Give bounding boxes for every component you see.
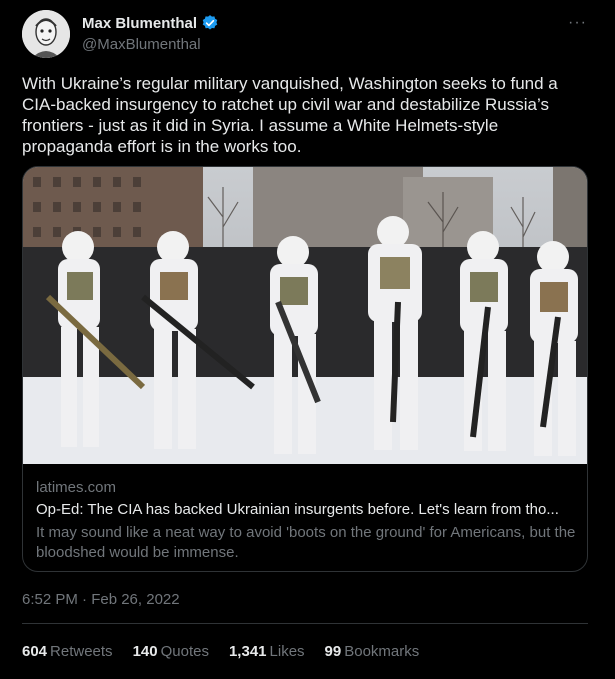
stat-likes[interactable]: 1,341 Likes bbox=[229, 643, 305, 660]
stat-label: Likes bbox=[269, 643, 305, 660]
more-options-icon[interactable]: ··· bbox=[568, 14, 587, 32]
tweet-timestamp[interactable]: 6:52 PM · Feb 26, 2022 bbox=[22, 591, 180, 608]
card-image[interactable] bbox=[23, 167, 587, 464]
stat-retweets[interactable]: 604 Retweets bbox=[22, 643, 113, 660]
author-name-row: Max Blumenthal bbox=[82, 14, 219, 32]
avatar-sketch-icon bbox=[22, 10, 70, 58]
stat-count: 604 bbox=[22, 643, 48, 660]
stat-quotes[interactable]: 140 Quotes bbox=[133, 643, 209, 660]
card-domain: latimes.com bbox=[36, 479, 117, 496]
stat-bookmarks[interactable]: 99 Bookmarks bbox=[325, 643, 420, 660]
stat-count: 99 bbox=[324, 643, 342, 660]
card-description: It may sound like a neat way to avoid 'b… bbox=[36, 524, 576, 561]
stat-count: 140 bbox=[132, 643, 158, 660]
verified-badge-icon bbox=[201, 14, 219, 32]
tweet-stats: 604 Retweets 140 Quotes 1,341 Likes 99 Bookm… bbox=[22, 643, 419, 660]
display-name[interactable]: Max Blumenthal bbox=[82, 15, 197, 32]
avatar[interactable] bbox=[22, 10, 70, 58]
tweet-text: With Ukraine’s regular military vanquish… bbox=[22, 74, 558, 156]
stat-label: Retweets bbox=[50, 643, 113, 660]
author-handle[interactable]: @MaxBlumenthal bbox=[82, 36, 201, 53]
divider bbox=[22, 623, 588, 624]
card-title: Op-Ed: The CIA has backed Ukrainian insu… bbox=[36, 501, 559, 518]
stat-label: Quotes bbox=[160, 643, 209, 660]
stat-label: Bookmarks bbox=[344, 643, 420, 660]
stat-count: 1,341 bbox=[228, 643, 267, 660]
link-card[interactable]: latimes.com Op-Ed: The CIA has backed Uk… bbox=[22, 166, 588, 572]
